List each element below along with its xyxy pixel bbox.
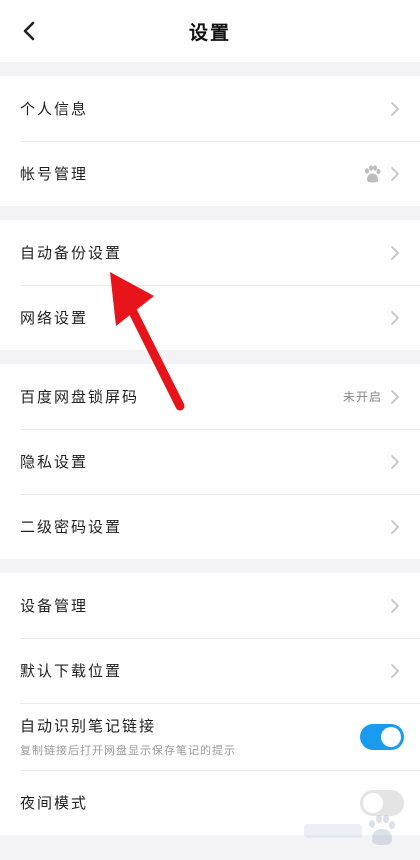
chevron-right-icon — [391, 454, 399, 469]
row-subtitle: 复制链接后打开网盘显示保存笔记的提示 — [20, 744, 236, 757]
row-label: 设备管理 — [20, 597, 89, 615]
row-note-link-detection: 自动识别笔记链接 复制链接后打开网盘显示保存笔记的提示 — [0, 703, 420, 770]
row-network-settings[interactable]: 网络设置 — [0, 285, 420, 350]
row-label: 隐私设置 — [20, 453, 89, 471]
top-bar: 设置 — [0, 0, 420, 62]
chevron-right-icon — [391, 598, 399, 613]
section-gap — [0, 559, 420, 573]
row-account-management[interactable]: 帐号管理 — [0, 141, 420, 206]
chevron-right-icon — [391, 519, 399, 534]
chevron-right-icon — [391, 101, 399, 116]
row-device-management[interactable]: 设备管理 — [0, 573, 420, 638]
row-label: 帐号管理 — [20, 165, 89, 183]
settings-group-backup: 自动备份设置 网络设置 — [0, 220, 420, 350]
note-link-toggle[interactable] — [360, 723, 404, 750]
section-gap — [0, 62, 420, 76]
page-title: 设置 — [188, 21, 231, 44]
section-gap — [0, 350, 420, 364]
row-value: 未开启 — [342, 390, 382, 404]
row-label: 网络设置 — [20, 309, 89, 327]
settings-group-security: 百度网盘锁屏码 未开启 隐私设置 二级密码设置 — [0, 364, 420, 559]
row-label: 自动识别笔记链接 — [20, 717, 157, 735]
chevron-left-icon — [23, 21, 35, 41]
chevron-right-icon — [391, 310, 399, 325]
row-privacy-settings[interactable]: 隐私设置 — [0, 429, 420, 494]
chevron-right-icon — [391, 663, 399, 678]
toggle-knob — [381, 726, 401, 747]
chevron-right-icon — [391, 166, 399, 181]
row-label: 自动备份设置 — [20, 244, 123, 262]
settings-page: 设置 个人信息 帐号管理 自动备份设置 网络设置 百度网盘锁屏码 未开启 隐私设… — [0, 0, 420, 860]
row-auto-backup[interactable]: 自动备份设置 — [0, 220, 420, 285]
back-button[interactable] — [14, 16, 44, 46]
chevron-right-icon — [391, 389, 399, 404]
row-label: 百度网盘锁屏码 — [20, 388, 140, 406]
baidu-paw-icon — [365, 164, 381, 182]
row-label: 二级密码设置 — [20, 518, 123, 536]
row-personal-info[interactable]: 个人信息 — [0, 76, 420, 141]
row-label: 个人信息 — [20, 100, 89, 118]
chevron-right-icon — [391, 245, 399, 260]
row-lock-screen-code[interactable]: 百度网盘锁屏码 未开启 — [0, 364, 420, 429]
settings-group-account: 个人信息 帐号管理 — [0, 76, 420, 206]
row-secondary-password[interactable]: 二级密码设置 — [0, 494, 420, 559]
row-label: 默认下载位置 — [20, 662, 123, 680]
watermark-logo-icon — [304, 815, 395, 845]
settings-group-general: 设备管理 默认下载位置 自动识别笔记链接 复制链接后打开网盘显示保存笔记的提示 … — [0, 573, 420, 835]
row-default-download-location[interactable]: 默认下载位置 — [0, 638, 420, 703]
section-gap — [0, 206, 420, 220]
